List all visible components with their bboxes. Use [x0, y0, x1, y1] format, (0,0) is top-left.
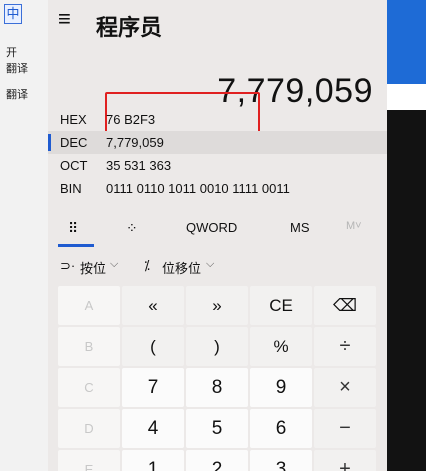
bitshift-icon: ⁒: [144, 258, 150, 273]
left-app-text-1: 开: [6, 47, 17, 59]
memory-store-button[interactable]: MS: [290, 220, 310, 235]
key-9[interactable]: 9: [250, 368, 312, 407]
key-modulo[interactable]: %: [250, 327, 312, 366]
oct-value: 35 531 363: [106, 158, 172, 173]
key-2[interactable]: 2: [186, 450, 248, 471]
backspace-icon[interactable]: ⌫: [314, 286, 376, 325]
key-1[interactable]: 1: [122, 450, 184, 471]
radix-hex-row[interactable]: HEX 76 B2F3: [48, 108, 387, 131]
radix-dec-row[interactable]: DEC 7,779,059: [48, 131, 387, 154]
key-7[interactable]: 7: [122, 368, 184, 407]
ops-bar: ⊃· 按位 ⌵ ⁒ 位移位 ⌵: [48, 252, 387, 280]
key-shift-left[interactable]: «: [122, 286, 184, 325]
hex-value: 76 B2F3: [106, 112, 156, 127]
key-c[interactable]: C: [58, 368, 120, 407]
background-dark-area: [387, 110, 426, 471]
bitwise-dropdown[interactable]: 按位: [80, 258, 106, 277]
menu-hamburger-icon[interactable]: ≡: [58, 6, 71, 32]
radix-bin-row[interactable]: BIN 0111 0110 1011 0010 1111 0011: [48, 177, 387, 200]
chevron-down-icon: ⌵: [206, 258, 215, 270]
key-b[interactable]: B: [58, 327, 120, 366]
full-keypad-icon[interactable]: ⠿: [68, 220, 78, 237]
calculator-header: ≡ 程序员: [48, 0, 387, 46]
dec-label: DEC: [60, 135, 88, 150]
chevron-down-icon: ⌵: [110, 258, 119, 270]
mode-title: 程序员: [96, 15, 163, 40]
bin-label: BIN: [60, 181, 82, 196]
key-add[interactable]: +: [314, 450, 376, 471]
key-clear-entry[interactable]: CE: [250, 286, 312, 325]
key-4[interactable]: 4: [122, 409, 184, 448]
key-e[interactable]: E: [58, 450, 120, 471]
key-3[interactable]: 3: [250, 450, 312, 471]
hex-label: HEX: [60, 112, 87, 127]
memory-list-button[interactable]: M˅: [346, 220, 362, 232]
mode-bar: ⠿ ⁘ QWORD MS M˅: [48, 214, 387, 247]
background-app-window: 中 开 翻译 翻译: [0, 0, 49, 471]
key-5[interactable]: 5: [186, 409, 248, 448]
left-app-text-2: 翻译: [6, 63, 28, 75]
key-multiply[interactable]: ×: [314, 368, 376, 407]
bit-toggle-keypad-icon[interactable]: ⁘: [126, 220, 138, 237]
dec-value: 7,779,059: [106, 135, 164, 150]
key-subtract[interactable]: −: [314, 409, 376, 448]
calculator-window: ≡ 程序员 7,779,059 HEX 76 B2F3 DEC 7,779,05…: [48, 0, 387, 471]
key-close-paren[interactable]: ): [186, 327, 248, 366]
key-d[interactable]: D: [58, 409, 120, 448]
word-size-button[interactable]: QWORD: [186, 220, 237, 235]
keypad: A « » CE ⌫ B ( ) % ÷ C 7 8 9 × D 4 5 6 −…: [58, 286, 376, 471]
key-a[interactable]: A: [58, 286, 120, 325]
radix-oct-row[interactable]: OCT 35 531 363: [48, 154, 387, 177]
active-keypad-indicator: [58, 244, 94, 247]
background-blue-area: [387, 0, 426, 84]
key-open-paren[interactable]: (: [122, 327, 184, 366]
left-app-text-3: 翻译: [6, 89, 28, 101]
radix-panel: HEX 76 B2F3 DEC 7,779,059 OCT 35 531 363…: [48, 108, 387, 200]
bitshift-dropdown[interactable]: 位移位: [162, 258, 201, 277]
key-8[interactable]: 8: [186, 368, 248, 407]
bitwise-icon: ⊃·: [60, 258, 76, 273]
translate-input-icon[interactable]: 中: [4, 4, 22, 24]
bin-value: 0111 0110 1011 0010 1111 0011: [106, 181, 290, 196]
oct-label: OCT: [60, 158, 88, 173]
key-shift-right[interactable]: »: [186, 286, 248, 325]
key-divide[interactable]: ÷: [314, 327, 376, 366]
key-6[interactable]: 6: [250, 409, 312, 448]
